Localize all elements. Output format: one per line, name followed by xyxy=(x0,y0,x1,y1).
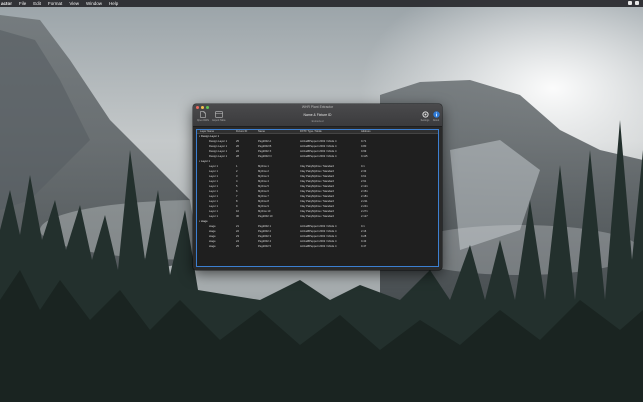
spotlight-icon[interactable] xyxy=(628,1,632,5)
menu-edit[interactable]: Edit xyxy=(33,0,41,7)
menu-help[interactable]: Help xyxy=(109,0,118,7)
window-titlebar[interactable]: WHR Plant Extractor Open DWG Export Tabl… xyxy=(193,104,442,127)
table-cell: 25 xyxy=(236,245,239,248)
menu-window[interactable]: Window xyxy=(86,0,102,7)
menu-format[interactable]: Format xyxy=(48,0,62,7)
menu-bar: actor File Edit Format View Window Help xyxy=(0,0,643,7)
export-table-label: Export Table xyxy=(212,119,226,122)
window-title: WHR Plant Extractor xyxy=(301,105,334,109)
table-cell: 0.47 xyxy=(361,245,367,248)
window-header: Name & Fixture ID Extracted xyxy=(253,113,382,123)
open-dwg-label: Open DWG xyxy=(196,119,210,122)
table-cell: stage xyxy=(209,245,216,248)
fixture-table[interactable]: Layer Name Fixture ID Name DXTF Type / M… xyxy=(196,129,439,267)
menu-file[interactable]: File xyxy=(19,0,26,7)
table-cell: ActiveBPeppert 2002 / Mode 4 xyxy=(300,245,337,248)
about-label: About xyxy=(432,119,440,122)
app-window: WHR Plant Extractor Open DWG Export Tabl… xyxy=(193,104,442,270)
menu-view[interactable]: View xyxy=(69,0,79,7)
info-icon xyxy=(432,111,440,118)
menubar-status-icons xyxy=(628,1,639,5)
control-center-icon[interactable] xyxy=(635,1,639,5)
header-title: Name & Fixture ID xyxy=(303,113,332,117)
export-icon xyxy=(215,111,223,118)
export-table-button[interactable]: Export Table xyxy=(211,111,227,122)
menu-app-name[interactable]: actor xyxy=(1,0,12,7)
open-dwg-button[interactable]: Open DWG xyxy=(195,111,211,122)
table-body: ▾ Design Layer 1 Design Layer 1 25 Peg2002 A… xyxy=(197,134,438,249)
document-icon xyxy=(200,111,206,118)
about-button[interactable]: About xyxy=(430,111,442,122)
gear-icon xyxy=(421,111,429,118)
header-subtitle: Extracted xyxy=(311,119,324,123)
table-cell: Peg2002 5 xyxy=(258,245,272,248)
table-row[interactable]: stage 25 Peg2002 5 ActiveBPeppert 2002 / Mo… xyxy=(197,244,438,249)
